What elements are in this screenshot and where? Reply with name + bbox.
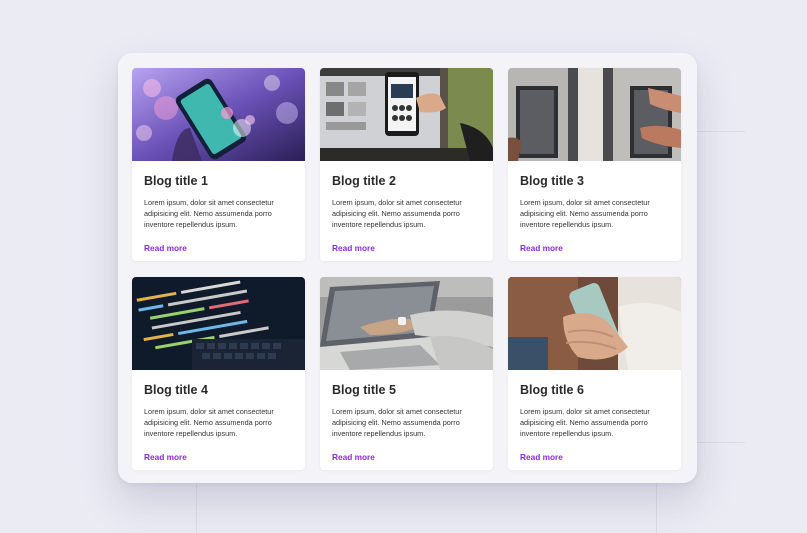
blog-card[interactable]: Blog title 2 Lorem ipsum, dolor sit amet…: [320, 68, 493, 261]
card-title: Blog title 6: [520, 383, 584, 397]
card-title: Blog title 5: [332, 383, 396, 397]
blog-card[interactable]: Blog title 3 Lorem ipsum, dolor sit amet…: [508, 68, 681, 261]
card-title: Blog title 3: [520, 174, 584, 188]
card-text: Lorem ipsum, dolor sit amet consectetur …: [332, 198, 462, 229]
blog-card-grid: Blog title 1 Lorem ipsum, dolor sit amet…: [132, 68, 681, 470]
blog-card[interactable]: Blog title 6 Lorem ipsum, dolor sit amet…: [508, 277, 681, 470]
guide-line: [656, 483, 657, 533]
laptop-pointing-photo: [320, 277, 493, 370]
read-more-link[interactable]: Read more: [520, 243, 563, 253]
smartphone-bokeh-photo: [132, 68, 305, 161]
guide-line: [697, 131, 745, 132]
read-more-link[interactable]: Read more: [144, 243, 187, 253]
card-text: Lorem ipsum, dolor sit amet consectetur …: [144, 407, 274, 438]
card-text: Lorem ipsum, dolor sit amet consectetur …: [520, 407, 650, 438]
laptop-keyboards-photo: [508, 68, 681, 161]
read-more-link[interactable]: Read more: [332, 243, 375, 253]
blog-panel: Blog title 1 Lorem ipsum, dolor sit amet…: [118, 53, 697, 483]
guide-line: [196, 483, 197, 533]
card-title: Blog title 1: [144, 174, 208, 188]
guide-line: [697, 442, 745, 443]
card-title: Blog title 4: [144, 383, 208, 397]
card-text: Lorem ipsum, dolor sit amet consectetur …: [520, 198, 650, 229]
blog-card[interactable]: Blog title 1 Lorem ipsum, dolor sit amet…: [132, 68, 305, 261]
code-on-screen-photo: [132, 277, 305, 370]
read-more-link[interactable]: Read more: [520, 452, 563, 462]
read-more-link[interactable]: Read more: [144, 452, 187, 462]
blog-card[interactable]: Blog title 5 Lorem ipsum, dolor sit amet…: [320, 277, 493, 470]
card-text: Lorem ipsum, dolor sit amet consectetur …: [332, 407, 462, 438]
hand-holding-phone-photo: [508, 277, 681, 370]
card-title: Blog title 2: [332, 174, 396, 188]
card-text: Lorem ipsum, dolor sit amet consectetur …: [144, 198, 274, 229]
read-more-link[interactable]: Read more: [332, 452, 375, 462]
blog-card[interactable]: Blog title 4 Lorem ipsum, dolor sit amet…: [132, 277, 305, 470]
phone-and-laptop-photo: [320, 68, 493, 161]
